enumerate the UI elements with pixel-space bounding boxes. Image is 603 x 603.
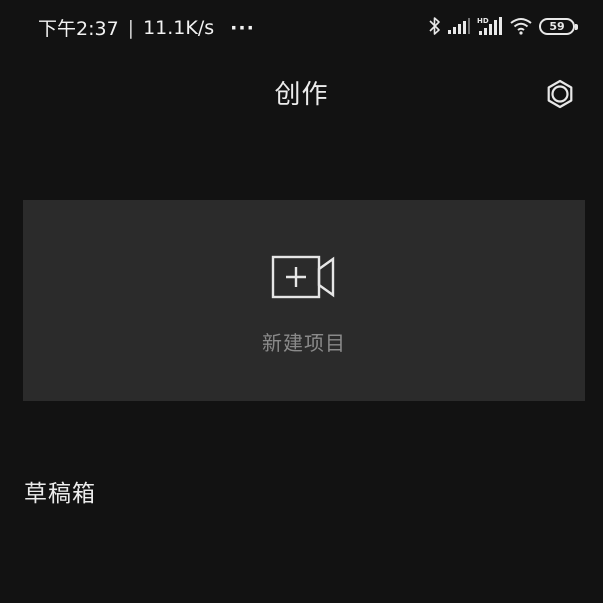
new-project-card[interactable]: 新建项目 xyxy=(23,200,585,401)
wifi-icon xyxy=(510,18,532,35)
status-time: 下午2:37 xyxy=(38,18,119,40)
status-net-speed: 11.1K/s xyxy=(143,16,215,39)
status-more-dots: ··· xyxy=(230,16,255,39)
status-separator: | xyxy=(127,16,135,39)
new-project-label: 新建项目 xyxy=(262,331,346,355)
settings-button[interactable] xyxy=(540,74,580,114)
gear-icon xyxy=(547,79,573,109)
status-bar: 下午2:37 | 11.1K/s ··· HD 59 xyxy=(0,0,603,52)
status-right: HD 59 xyxy=(429,14,578,38)
drafts-section-title: 草稿箱 xyxy=(24,481,96,507)
svg-text:HD: HD xyxy=(477,17,489,25)
hd-signal-icon: HD xyxy=(477,17,502,35)
signal-icon xyxy=(448,18,470,34)
title-bar: 创作 xyxy=(0,66,603,118)
status-left: 下午2:37 | 11.1K/s ··· xyxy=(38,14,255,41)
bluetooth-icon xyxy=(429,17,440,35)
page-title: 创作 xyxy=(274,80,329,110)
battery-icon: 59 xyxy=(539,17,578,35)
video-add-icon xyxy=(271,255,335,299)
battery-level: 59 xyxy=(549,19,565,33)
